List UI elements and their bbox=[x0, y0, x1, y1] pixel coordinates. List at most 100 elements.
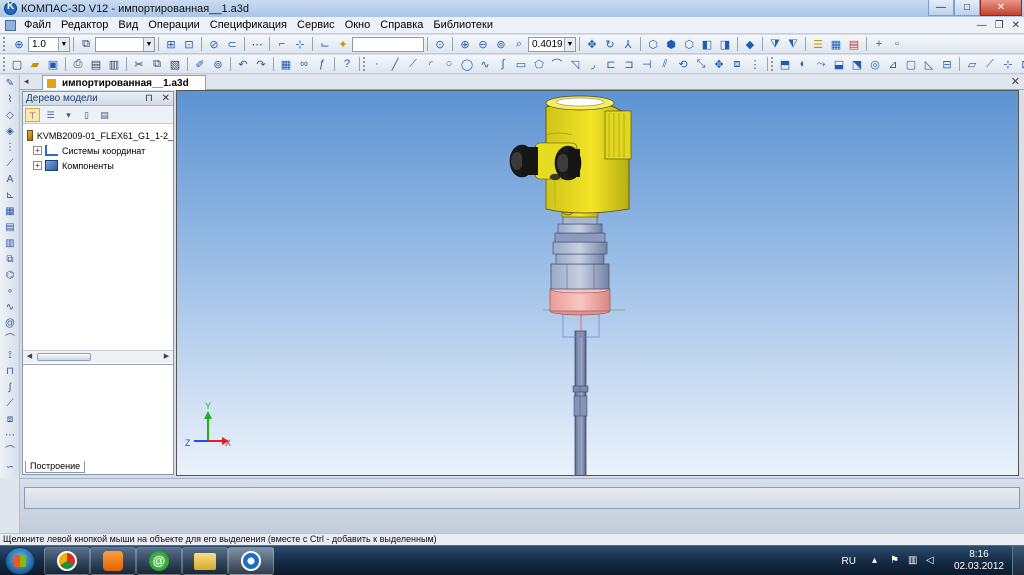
undo-icon[interactable]: ↶ bbox=[235, 56, 251, 72]
taskbar-kompas[interactable] bbox=[228, 547, 274, 575]
minimize-button[interactable]: — bbox=[928, 0, 954, 16]
spec-panel-icon[interactable]: ▤ bbox=[3, 221, 17, 235]
kompas-app-icon[interactable] bbox=[4, 1, 17, 15]
selection-filter-icon[interactable]: ⧨ bbox=[785, 36, 801, 52]
helix-tool-icon[interactable]: @ bbox=[3, 317, 17, 331]
chamfer-icon[interactable]: ◹ bbox=[567, 56, 583, 72]
property-icon[interactable]: ✐ bbox=[192, 56, 208, 72]
arrays-panel-icon[interactable]: ⋮ bbox=[3, 141, 17, 155]
rectangle-icon[interactable]: ▭ bbox=[513, 56, 529, 72]
model-viewport[interactable]: Y X Z bbox=[176, 90, 1019, 476]
thin-hidden-icon[interactable]: ⬡ bbox=[681, 36, 697, 52]
scale-icon[interactable]: ⤡ bbox=[693, 56, 709, 72]
curve-tool-icon[interactable]: ⌒ bbox=[3, 333, 17, 347]
toolbar-grip[interactable] bbox=[363, 57, 365, 71]
mass-props-icon[interactable]: ⊠ bbox=[1018, 56, 1024, 72]
sketch-panel-icon[interactable]: ◇ bbox=[3, 109, 17, 123]
expand-icon[interactable]: + bbox=[33, 146, 42, 155]
cut-icon[interactable]: ✂ bbox=[131, 56, 147, 72]
doc-restore-button[interactable]: ❐ bbox=[995, 20, 1004, 31]
menu-service[interactable]: Сервис bbox=[292, 19, 340, 31]
action-center-icon[interactable]: ⚑ bbox=[890, 556, 900, 566]
measure-icon[interactable]: ⊹ bbox=[1000, 56, 1016, 72]
curve-edit-icon[interactable]: ⌒ bbox=[3, 445, 17, 459]
copy-properties-icon[interactable]: ⊚ bbox=[210, 56, 226, 72]
array-tool-icon[interactable]: ⋯ bbox=[3, 429, 17, 443]
extend-icon[interactable]: ⊣ bbox=[639, 56, 655, 72]
reports-panel-icon[interactable]: ▥ bbox=[3, 237, 17, 251]
menu-help[interactable]: Справка bbox=[375, 19, 428, 31]
polyline-tool-icon[interactable]: ⟋ bbox=[3, 397, 17, 411]
tree-item-components[interactable]: + Компоненты bbox=[23, 158, 173, 173]
grid-icon[interactable]: ⋯ bbox=[249, 36, 265, 52]
tray-arrow-icon[interactable]: ▴ bbox=[872, 556, 882, 566]
array-icon[interactable]: ⋮ bbox=[747, 56, 763, 72]
toolbar-grip[interactable] bbox=[771, 57, 773, 71]
bend-tool-icon[interactable]: ⟟ bbox=[3, 349, 17, 363]
construction-order-icon[interactable]: ⊤ bbox=[25, 107, 40, 122]
geometry-panel-icon[interactable]: ⌇ bbox=[3, 93, 17, 107]
contour-icon[interactable]: ⌒ bbox=[549, 56, 565, 72]
spec-icon[interactable]: ▤ bbox=[846, 36, 862, 52]
maximize-button[interactable]: □ bbox=[954, 0, 980, 16]
elements-panel-icon[interactable]: ⧉ bbox=[3, 253, 17, 267]
filter-icon[interactable]: ⧩ bbox=[767, 36, 783, 52]
function-icon[interactable]: ƒ bbox=[314, 56, 330, 72]
fillet-icon[interactable]: ◞ bbox=[585, 56, 601, 72]
tree-horizontal-scrollbar[interactable]: ◀ ▶ bbox=[23, 350, 173, 363]
step-combo[interactable]: 1.0 ▼ bbox=[28, 36, 70, 52]
page-setup-icon[interactable]: ▥ bbox=[106, 56, 122, 72]
snap-icon[interactable]: ⊘ bbox=[206, 36, 222, 52]
manager-icon[interactable]: ☰ bbox=[810, 36, 826, 52]
aux-axis-icon[interactable]: ⟋ bbox=[982, 56, 998, 72]
orientation-menu-icon[interactable]: ⅄ bbox=[620, 36, 636, 52]
tree-structure-icon[interactable]: ☰ bbox=[43, 108, 58, 122]
zoom-fit-icon[interactable]: ⊚ bbox=[493, 36, 509, 52]
zoom-window-icon[interactable]: ⊙ bbox=[432, 36, 448, 52]
magnet-icon[interactable]: ⊂ bbox=[224, 36, 240, 52]
zoom-in-icon[interactable]: ⊕ bbox=[457, 36, 473, 52]
layer-icon[interactable]: ⧉ bbox=[78, 36, 94, 52]
new-file-icon[interactable]: ▢ bbox=[9, 56, 25, 72]
circle-icon[interactable]: ○ bbox=[441, 56, 457, 72]
step-icon[interactable]: ⊕ bbox=[11, 36, 27, 52]
zoom-out-icon[interactable]: ⊖ bbox=[475, 36, 491, 52]
redo-icon[interactable]: ↷ bbox=[253, 56, 269, 72]
doc-minimize-button[interactable]: — bbox=[977, 20, 987, 31]
wireframe-icon[interactable]: ⬡ bbox=[645, 36, 661, 52]
document-menu-icon[interactable] bbox=[5, 19, 16, 31]
save-icon[interactable]: ▣ bbox=[45, 56, 61, 72]
open-file-icon[interactable]: ▰ bbox=[27, 56, 43, 72]
menu-libraries[interactable]: Библиотеки bbox=[428, 19, 498, 31]
options-icon[interactable]: ▫ bbox=[889, 36, 905, 52]
mirror-icon[interactable]: ⫽ bbox=[657, 56, 673, 72]
spline-icon[interactable]: ∿ bbox=[477, 56, 493, 72]
doc-close-button[interactable]: ✕ bbox=[1012, 20, 1020, 31]
dimension-panel-icon[interactable]: A bbox=[3, 173, 17, 187]
language-indicator[interactable]: RU bbox=[841, 556, 855, 567]
move-icon[interactable]: ✥ bbox=[711, 56, 727, 72]
tree-filter-icon[interactable]: ▾ bbox=[61, 108, 76, 122]
coordinates-field[interactable] bbox=[352, 36, 424, 52]
orientation-icon[interactable]: ⊡ bbox=[181, 36, 197, 52]
help-cursor-icon[interactable]: ? bbox=[339, 56, 355, 72]
taskbar-chrome[interactable] bbox=[44, 547, 90, 575]
pin-panel-button[interactable]: ⊓ bbox=[145, 93, 153, 104]
cursor-coords-icon[interactable]: ⊹ bbox=[292, 36, 308, 52]
chevron-down-icon[interactable]: ▼ bbox=[143, 37, 154, 51]
scroll-thumb[interactable] bbox=[37, 353, 91, 361]
filter-panel-icon[interactable]: ▦ bbox=[3, 205, 17, 219]
measure-panel-icon[interactable]: ⊾ bbox=[3, 189, 17, 203]
menu-view[interactable]: Вид bbox=[113, 19, 143, 31]
chevron-down-icon[interactable]: ▼ bbox=[58, 37, 69, 51]
scroll-left-icon[interactable]: ◀ bbox=[24, 352, 35, 362]
hidden-lines-icon[interactable]: ⬢ bbox=[663, 36, 679, 52]
bezier-icon[interactable]: ∫ bbox=[495, 56, 511, 72]
taskbar-mail-agent[interactable]: @ bbox=[136, 547, 182, 575]
cut-extrude-icon[interactable]: ⬔ bbox=[849, 56, 865, 72]
draft-icon[interactable]: ◺ bbox=[921, 56, 937, 72]
aux-geometry-panel-icon[interactable]: ⟋ bbox=[3, 157, 17, 171]
pan-icon[interactable]: ✥ bbox=[584, 36, 600, 52]
layer-combo[interactable]: ▼ bbox=[95, 36, 155, 52]
aux-plane-icon[interactable]: ▱ bbox=[964, 56, 980, 72]
